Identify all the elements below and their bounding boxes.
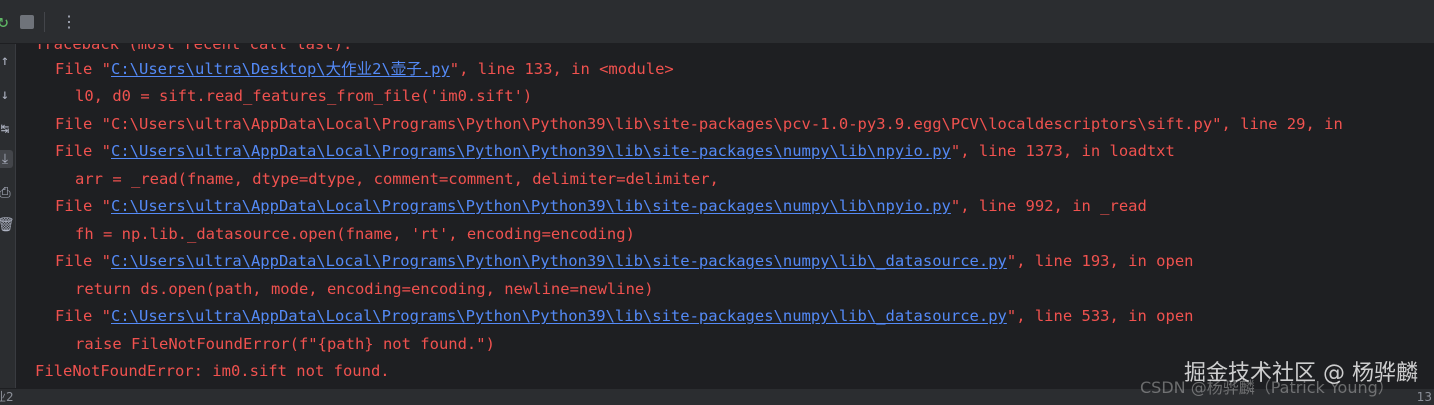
file-path: C:\Users\ultra\AppData\Local\Programs\Py…: [111, 115, 1213, 133]
trace-code-4: fh = np.lib._datasource.open(fname, 'rt'…: [75, 225, 635, 243]
rerun-icon[interactable]: ↻: [0, 13, 12, 31]
trace-frame-4: File "C:\Users\ultra\AppData\Local\Progr…: [55, 197, 1147, 215]
run-toolbar: ↻ ⋮: [0, 0, 1434, 44]
print-icon[interactable]: ⎙: [0, 184, 13, 202]
trace-frame-6: File "C:\Users\ultra\AppData\Local\Progr…: [55, 307, 1194, 325]
down-arrow-icon[interactable]: ↓: [0, 86, 13, 104]
trash-icon[interactable]: 🗑: [0, 216, 15, 234]
more-vertical-icon[interactable]: ⋮: [60, 13, 78, 31]
console-output[interactable]: Traceback (most recent call last): File …: [17, 44, 1434, 388]
file-link[interactable]: C:\Users\ultra\AppData\Local\Programs\Py…: [111, 252, 1007, 270]
trace-frame-2: File "C:\Users\ultra\AppData\Local\Progr…: [55, 115, 1343, 133]
toolbar-divider: [44, 12, 45, 32]
file-link[interactable]: C:\Users\ultra\AppData\Local\Programs\Py…: [111, 197, 951, 215]
console-side-toolbar: ↑ ↓ ↹ ⤓ ⎙ 🗑: [0, 44, 16, 388]
trace-code-5: return ds.open(path, mode, encoding=enco…: [75, 280, 654, 298]
file-link[interactable]: C:\Users\ultra\AppData\Local\Programs\Py…: [111, 307, 1007, 325]
up-arrow-icon[interactable]: ↑: [0, 52, 13, 70]
file-link[interactable]: C:\Users\ultra\AppData\Local\Programs\Py…: [111, 142, 951, 160]
file-link[interactable]: C:\Users\ultra\Desktop\大作业2\壶子.py: [111, 60, 450, 78]
stop-icon[interactable]: [20, 15, 34, 29]
trace-frame-1: File "C:\Users\ultra\Desktop\大作业2\壶子.py"…: [55, 60, 674, 78]
trace-code-3: arr = _read(fname, dtype=dtype, comment=…: [75, 170, 719, 188]
error-message: FileNotFoundError: im0.sift not found.: [35, 362, 390, 380]
trace-code-6: raise FileNotFoundError(f"{path} not fou…: [75, 335, 495, 353]
status-path[interactable]: 业2: [0, 389, 14, 405]
trace-frame-5: File "C:\Users\ultra\AppData\Local\Progr…: [55, 252, 1194, 270]
traceback-header: Traceback (most recent call last):: [35, 44, 353, 53]
scroll-to-end-icon[interactable]: ⤓: [0, 150, 13, 168]
watermark-juejin: 掘金技术社区 @ 杨骅麟: [1184, 361, 1418, 386]
status-position[interactable]: 13: [1417, 389, 1432, 405]
trace-code-1: l0, d0 = sift.read_features_from_file('i…: [75, 87, 533, 105]
soft-wrap-icon[interactable]: ↹: [0, 120, 13, 138]
trace-frame-3: File "C:\Users\ultra\AppData\Local\Progr…: [55, 142, 1175, 160]
